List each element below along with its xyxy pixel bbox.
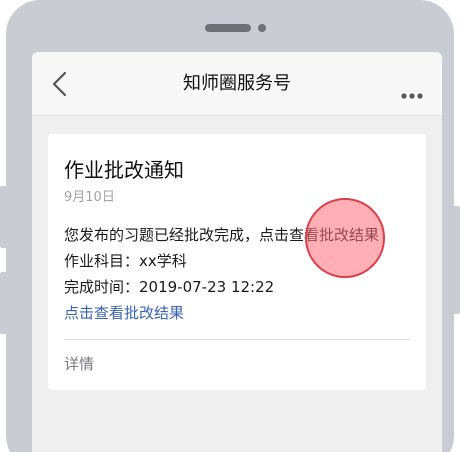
more-button[interactable] [401,84,423,99]
volume-down-button [0,272,8,334]
card-divider [64,339,410,340]
homework-subject: 作业科目：xx学科 [64,252,187,270]
more-dots-icon [401,93,423,99]
speaker-grille [205,24,251,32]
power-button [452,206,460,314]
notification-title: 作业批改通知 [64,158,184,182]
view-results-link[interactable]: 点击查看批改结果 [64,302,184,324]
volume-up-button [0,186,8,248]
completed-time: 完成时间：2019-07-23 12:22 [64,278,275,296]
front-camera [258,24,266,32]
nav-bar: 知师圈服务号 [32,52,442,116]
phone-frame: 知师圈服务号 作业批改通知 9月10日 您发布的习题已经批改完成，点击查看批改结… [6,0,454,452]
detail-link[interactable]: 详情 [64,353,94,375]
tap-indicator [305,198,385,278]
page-title: 知师圈服务号 [183,73,291,94]
notification-date: 9月10日 [64,190,115,205]
